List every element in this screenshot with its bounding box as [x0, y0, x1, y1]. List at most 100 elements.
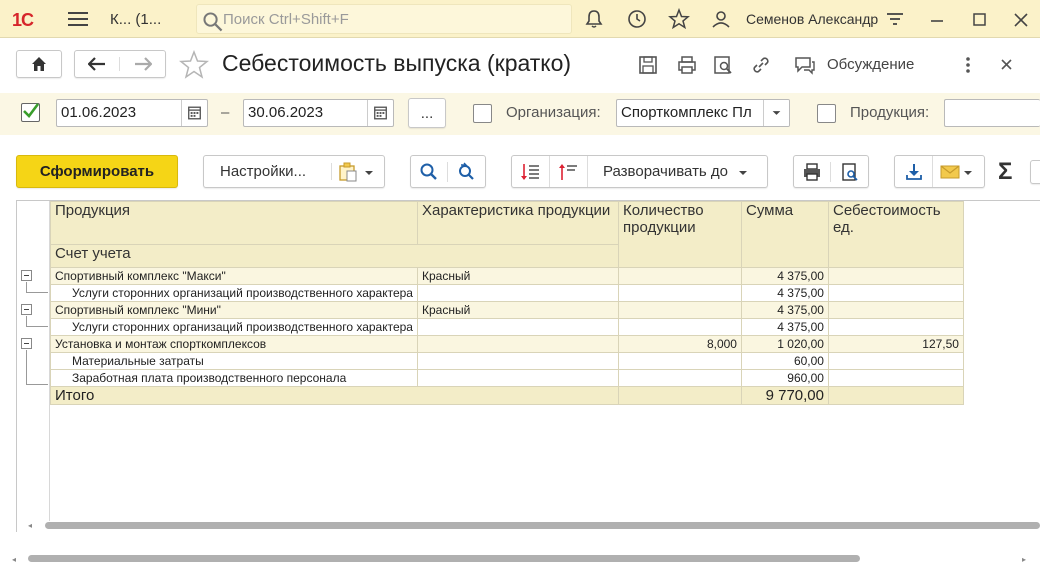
minimize-icon[interactable] [926, 9, 948, 31]
preview-icon[interactable] [712, 54, 734, 76]
cell-sum: 4 375,00 [740, 267, 829, 285]
cell-product: Заработная плата производственного персо… [50, 369, 418, 387]
search-input[interactable]: Поиск Ctrl+Shift+F [196, 4, 572, 34]
inner-horizontal-scrollbar[interactable] [45, 522, 1040, 529]
tree-line [26, 384, 48, 385]
tree-line [26, 326, 48, 327]
calendar-icon[interactable] [367, 100, 393, 126]
product-checkbox[interactable] [817, 104, 836, 123]
group-row[interactable]: Спортивный комплекс "Макси" Красный 4 375,… [50, 267, 964, 285]
back-button[interactable] [75, 57, 121, 71]
link-icon[interactable] [750, 54, 772, 76]
user-icon[interactable] [710, 8, 732, 30]
close-form-icon[interactable] [998, 56, 1016, 74]
detail-row[interactable]: Услуги сторонних организаций производств… [50, 318, 964, 336]
chevron-down-icon[interactable] [763, 100, 789, 126]
organization-checkbox[interactable] [473, 104, 492, 123]
organization-field[interactable]: Спорткомплекс Пл [616, 99, 790, 127]
date-to-field[interactable]: 30.06.2023 [243, 99, 394, 127]
calendar-icon[interactable] [181, 100, 207, 126]
more-commands-button[interactable] [1030, 160, 1040, 184]
collapse-all-button[interactable] [550, 156, 588, 187]
generate-button[interactable]: Сформировать [16, 155, 178, 188]
period-checkbox[interactable] [21, 103, 40, 122]
scroll-left-arrow[interactable]: ◂ [28, 521, 32, 530]
cell-sum: 60,00 [740, 352, 829, 370]
page-scroll-left-arrow[interactable]: ◂ [12, 555, 16, 564]
favorites-star-icon[interactable] [668, 8, 690, 30]
find-next-button[interactable] [448, 162, 485, 182]
group-row[interactable]: Спортивный комплекс "Мини" Красный 4 375,0… [50, 301, 964, 319]
cell-product: Материальные затраты [50, 352, 418, 370]
header-product: Продукция [50, 201, 418, 245]
cell-characteristic [416, 352, 619, 370]
collapse-group-icon[interactable] [21, 304, 32, 315]
cell-unit-cost [827, 318, 964, 336]
date-separator: – [221, 104, 230, 121]
home-button[interactable] [16, 50, 62, 78]
discussion-link[interactable]: Обсуждение [827, 56, 914, 73]
report-table: Продукция Характеристика продукции Колич… [50, 201, 964, 405]
date-to-value: 30.06.2023 [248, 104, 324, 121]
chevron-down-icon [365, 170, 373, 175]
search-placeholder: Поиск Ctrl+Shift+F [223, 11, 349, 28]
save-to-file-button[interactable] [895, 156, 933, 187]
user-name[interactable]: Семенов Александр [746, 11, 878, 27]
export-group [894, 155, 985, 188]
forward-button[interactable] [120, 57, 165, 71]
cell-characteristic [416, 284, 619, 302]
sum-icon[interactable]: Σ [998, 158, 1012, 186]
menu-icon[interactable] [68, 12, 88, 26]
expand-all-button[interactable] [512, 156, 550, 187]
detail-row[interactable]: Заработная плата производственного персо… [50, 369, 964, 387]
more-actions-icon[interactable] [958, 54, 978, 76]
favorite-star-icon[interactable] [179, 50, 209, 80]
cell-product: Спортивный комплекс "Мини" [50, 301, 418, 319]
cell-unit-cost: 127,50 [827, 335, 964, 353]
expand-to-button[interactable]: Разворачивать до [588, 163, 750, 180]
bell-icon[interactable] [583, 8, 605, 30]
settings-button[interactable]: Настройки... [204, 163, 332, 180]
cell-quantity [617, 352, 742, 370]
period-select-button[interactable]: ... [408, 98, 446, 128]
maximize-icon[interactable] [968, 9, 990, 31]
close-window-icon[interactable] [1010, 9, 1032, 31]
history-icon[interactable] [626, 8, 648, 30]
settings-funnel-icon[interactable] [884, 9, 906, 31]
header-characteristic: Характеристика продукции [416, 201, 619, 245]
print-group [793, 155, 869, 188]
print-preview-button[interactable] [831, 162, 868, 182]
cell-product: Услуги сторонних организаций производств… [50, 318, 418, 336]
total-sum: 9 770,00 [740, 386, 829, 405]
cell-characteristic: Красный [416, 267, 619, 285]
print-icon[interactable] [676, 54, 698, 76]
collapse-group-icon[interactable] [21, 338, 32, 349]
chevron-down-icon [964, 170, 972, 175]
product-field[interactable] [944, 99, 1040, 127]
cell-quantity [617, 369, 742, 387]
home-icon [32, 57, 46, 71]
tree-line [26, 292, 48, 293]
find-button[interactable] [411, 161, 449, 182]
detail-row[interactable]: Услуги сторонних организаций производств… [50, 284, 964, 302]
page-scroll-right-arrow[interactable]: ▸ [1022, 555, 1026, 564]
search-group [410, 155, 486, 188]
envelope-icon [940, 165, 960, 178]
discussion-icon[interactable] [793, 54, 817, 76]
cell-unit-cost [827, 369, 964, 387]
date-from-field[interactable]: 01.06.2023 [56, 99, 208, 127]
cell-quantity [617, 267, 742, 285]
page-horizontal-scrollbar[interactable] [28, 555, 860, 562]
send-email-button[interactable] [933, 163, 975, 181]
detail-row[interactable]: Материальные затраты 60,00 [50, 352, 964, 370]
print-button[interactable] [794, 161, 832, 182]
cell-characteristic [416, 335, 619, 353]
save-icon[interactable] [637, 54, 659, 76]
header-row: Продукция Характеристика продукции Колич… [50, 201, 964, 268]
app-logo[interactable]: 1С [12, 10, 34, 31]
collapse-group-icon[interactable] [21, 270, 32, 281]
group-row[interactable]: Установка и монтаж спорткомплексов 8,000 1… [50, 335, 964, 353]
header-quantity: Количество продукции [617, 201, 742, 268]
app-title[interactable]: К... (1... [110, 11, 161, 28]
variant-button[interactable] [332, 161, 376, 183]
